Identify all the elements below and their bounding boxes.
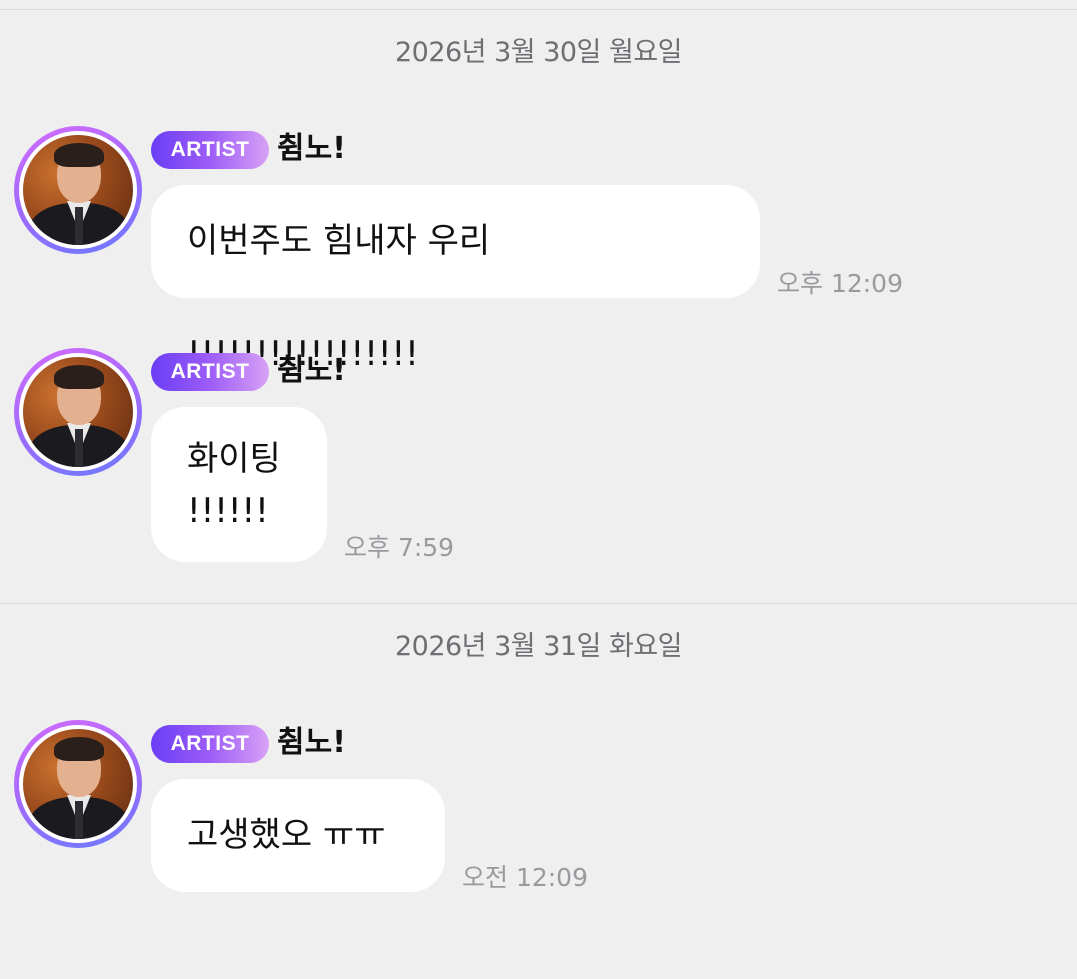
day-divider [0,603,1077,604]
sender-name: 췸노! [277,725,346,760]
sender-name: 췸노! [277,131,346,166]
message-bubble[interactable]: 고생했오 ㅠㅠ [151,779,445,892]
avatar[interactable] [14,720,142,848]
sender-name: 췸노! [277,353,346,388]
message-bubble[interactable]: 이번주도 힘내자 우리 !!!!!!!!!!!!!!!!! [151,185,760,374]
message-time: 오전 12:09 [462,863,588,892]
top-divider [0,9,1077,10]
avatar[interactable] [14,126,142,254]
artist-badge: ARTIST [151,725,269,763]
message-bubble[interactable]: 화이팅 !!!!!! [151,407,327,562]
message-time: 오후 7:59 [344,533,455,562]
avatar[interactable] [14,348,142,476]
date-separator: 2026년 3월 30일 월요일 [394,37,683,68]
artist-badge: ARTIST [151,131,269,169]
message-time: 오후 12:09 [777,269,903,298]
artist-badge: ARTIST [151,353,269,391]
date-separator: 2026년 3월 31일 화요일 [394,631,683,662]
